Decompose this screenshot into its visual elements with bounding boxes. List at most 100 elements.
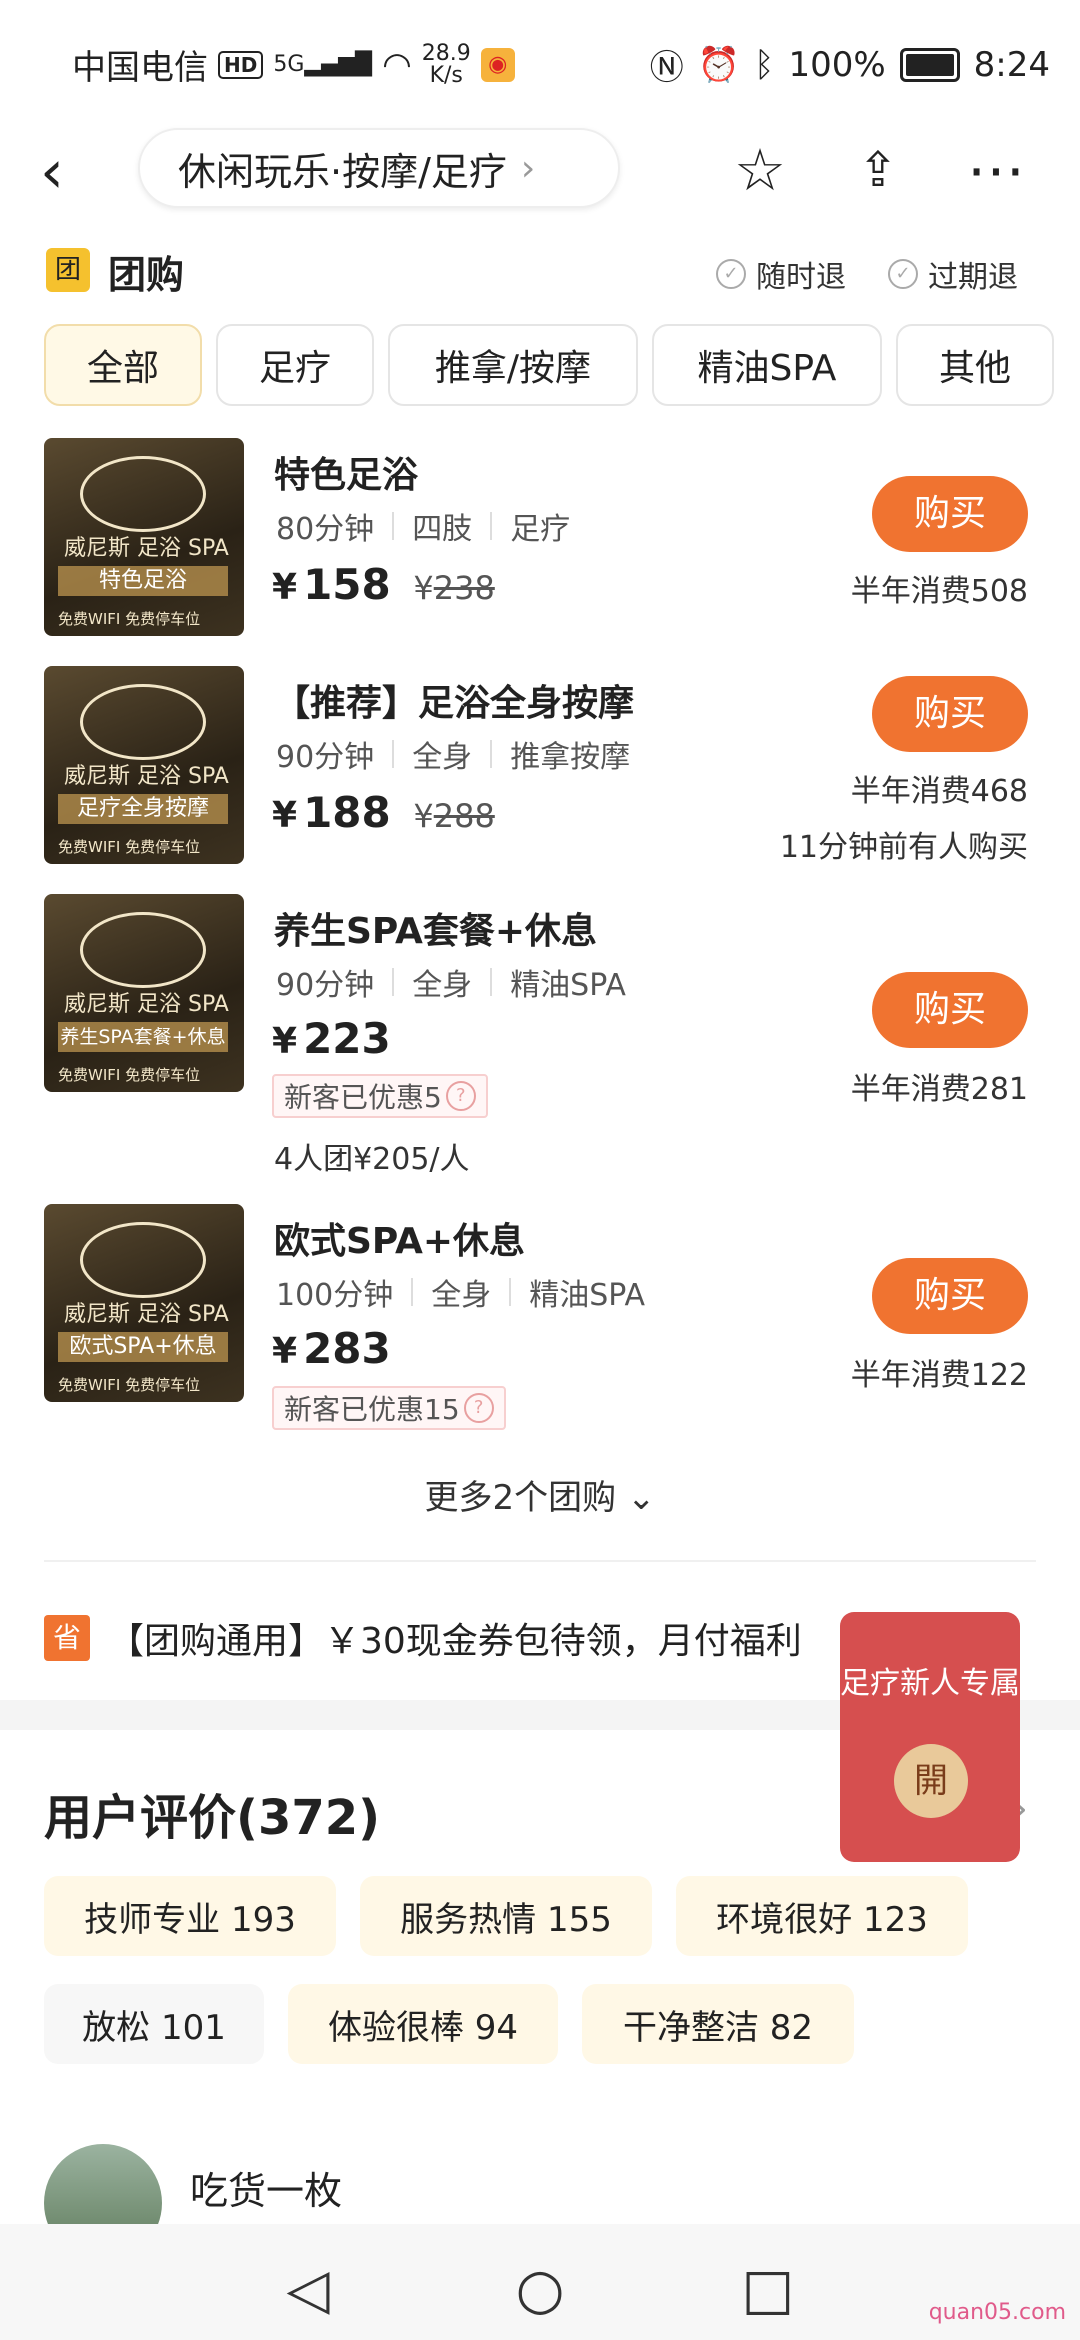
more-icon[interactable]: ⋯ [956, 130, 1036, 210]
sales-count: 半年消费508 [850, 574, 1028, 609]
watermark: quan05.com [928, 2300, 1066, 2325]
brand-logo [80, 684, 206, 760]
deal-price: ¥188 ¥288 [272, 788, 495, 837]
deal-thumbnail[interactable]: 威尼斯 足浴 SPA 欧式SPA+休息 免费WIFI 免费停车位 [44, 1204, 244, 1402]
discount-label: 新客已优惠15 [284, 1393, 460, 1426]
deal-tags: 100分钟 全身 精油SPA [276, 1270, 645, 1314]
buy-button[interactable]: 购买 [872, 1258, 1028, 1334]
review-tag-chip[interactable]: 放松 101 [44, 1984, 264, 2064]
back-nav-icon[interactable]: ◁ [268, 2250, 348, 2330]
brand-logo [80, 1222, 206, 1298]
currency-symbol: ¥ [272, 1021, 298, 1062]
currency-symbol: ¥ [272, 1331, 298, 1372]
currency-symbol: ¥ [413, 797, 434, 835]
original-price-value: 288 [433, 797, 495, 835]
chevron-down-icon: ⌄ [626, 1478, 656, 1518]
tab-oil-spa[interactable]: 精油SPA [652, 324, 882, 406]
share-icon[interactable]: ⇪ [838, 130, 918, 210]
new-customer-discount: 新客已优惠15? [272, 1386, 506, 1430]
newcomer-floating-badge[interactable]: 足疗新人专属 開 [840, 1612, 1020, 1862]
coupon-promo[interactable]: 省 【团购通用】￥30现金券包待领，月付福利 [44, 1612, 802, 1664]
chevron-right-icon: › [520, 147, 536, 189]
more-label: 更多2个团购 [424, 1478, 617, 1518]
deal-tags: 80分钟 四肢 足疗 [276, 504, 570, 548]
divider [44, 1560, 1036, 1562]
more-groupbuy-link[interactable]: 更多2个团购 ⌄ [0, 1470, 1080, 1519]
buy-button[interactable]: 购买 [872, 676, 1028, 752]
star-icon[interactable]: ☆ [720, 130, 800, 210]
breadcrumb-label: 休闲玩乐·按摩/足疗 [178, 149, 507, 194]
price-value: 158 [303, 560, 391, 609]
tab-foot-therapy[interactable]: 足疗 [216, 324, 374, 406]
groupbuy-title: 团购 [108, 253, 185, 297]
thumb-brand: 威尼斯 足浴 SPA [64, 536, 229, 561]
weibo-icon: ◉ [480, 47, 515, 82]
deal-tag: 80分钟 [276, 512, 375, 547]
net-speed: 28.9 K/s [422, 42, 471, 87]
thumb-caption: 养生SPA套餐+休息 [58, 1022, 228, 1052]
original-price: ¥238 [413, 569, 494, 607]
deal-price: ¥223 [272, 1014, 391, 1063]
review-tag-chip[interactable]: 干净整洁 82 [582, 1984, 854, 2064]
currency-symbol: ¥ [272, 567, 298, 608]
open-button[interactable]: 開 [894, 1744, 968, 1818]
hd-icon: HD [218, 50, 264, 79]
review-tag-chip[interactable]: 服务热情 155 [360, 1876, 652, 1956]
deal-name[interactable]: 欧式SPA+休息 [274, 1212, 525, 1264]
badge-text: 足疗新人专属 [840, 1666, 1020, 1701]
tab-all[interactable]: 全部 [44, 324, 202, 406]
deal-name[interactable]: 特色足浴 [274, 446, 418, 498]
back-icon[interactable]: ‹ [40, 132, 100, 212]
deal-tag: 推拿按摩 [510, 740, 631, 775]
deal-price: ¥158 ¥238 [272, 560, 495, 609]
alarm-icon: ⏰ [697, 44, 741, 85]
deal-tags: 90分钟 全身 推拿按摩 [276, 732, 630, 776]
thumb-footer: 免费WIFI 免费停车位 [58, 1376, 201, 1394]
thumb-footer: 免费WIFI 免费停车位 [58, 1066, 201, 1084]
deal-tag: 90分钟 [276, 968, 375, 1003]
price-value: 283 [303, 1324, 391, 1373]
new-customer-discount: 新客已优惠5? [272, 1074, 488, 1118]
groupbuy-badge: 团 [46, 248, 90, 292]
deal-tag: 全身 [412, 968, 473, 1003]
deal-thumbnail[interactable]: 威尼斯 足浴 SPA 特色足浴 免费WIFI 免费停车位 [44, 438, 244, 636]
nfc-icon: Ⓝ [649, 48, 684, 88]
bluetooth-icon: ᛒ [754, 44, 775, 85]
sales-count: 半年消费468 [850, 774, 1028, 809]
thumb-footer: 免费WIFI 免费停车位 [58, 610, 201, 628]
thumb-brand: 威尼斯 足浴 SPA [64, 992, 229, 1017]
policy-label: 随时退 [756, 260, 846, 295]
thumb-brand: 威尼斯 足浴 SPA [64, 1302, 229, 1327]
review-tag-chip[interactable]: 技师专业 193 [44, 1876, 336, 1956]
clock: 8:24 [973, 44, 1050, 85]
wifi-icon: ◠ [382, 44, 412, 85]
deal-name[interactable]: 【推荐】足浴全身按摩 [274, 674, 634, 726]
deal-price: ¥283 [272, 1324, 391, 1373]
reviews-title[interactable]: 用户评价(372) [44, 1778, 380, 1848]
help-icon[interactable]: ? [445, 1081, 476, 1111]
recents-nav-icon[interactable]: □ [728, 2250, 808, 2330]
policy-label: 过期退 [928, 260, 1018, 295]
deal-tag: 精油SPA [529, 1278, 646, 1313]
buy-button[interactable]: 购买 [872, 476, 1028, 552]
network-type: 5G [273, 52, 305, 77]
check-icon: ✓ [716, 259, 746, 289]
deal-thumbnail[interactable]: 威尼斯 足浴 SPA 养生SPA套餐+休息 免费WIFI 免费停车位 [44, 894, 244, 1092]
deal-thumbnail[interactable]: 威尼斯 足浴 SPA 足疗全身按摩 免费WIFI 免费停车位 [44, 666, 244, 864]
deal-tag: 足疗 [510, 512, 571, 547]
review-tag-chip[interactable]: 体验很棒 94 [288, 1984, 558, 2064]
reviewer-name[interactable]: 吃货一枚 [190, 2160, 342, 2215]
tab-massage[interactable]: 推拿/按摩 [388, 324, 638, 406]
refund-expired: ✓ 过期退 [888, 252, 1018, 296]
review-tag-chip[interactable]: 环境很好 123 [676, 1876, 968, 1956]
price-value: 223 [303, 1014, 391, 1063]
deal-name[interactable]: 养生SPA套餐+休息 [274, 902, 597, 954]
tab-other[interactable]: 其他 [896, 324, 1054, 406]
status-bar: 中国电信 HD 5G▂▄▆█ ◠ 28.9 K/s ◉ Ⓝ ⏰ ᛒ 100% 8:… [0, 0, 1080, 120]
buy-button[interactable]: 购买 [872, 972, 1028, 1048]
home-nav-icon[interactable]: ○ [500, 2250, 580, 2330]
help-icon[interactable]: ? [463, 1393, 494, 1423]
deal-tag: 100分钟 [276, 1278, 394, 1313]
thumb-caption: 欧式SPA+休息 [58, 1332, 228, 1362]
breadcrumb[interactable]: 休闲玩乐·按摩/足疗 › [138, 128, 620, 208]
